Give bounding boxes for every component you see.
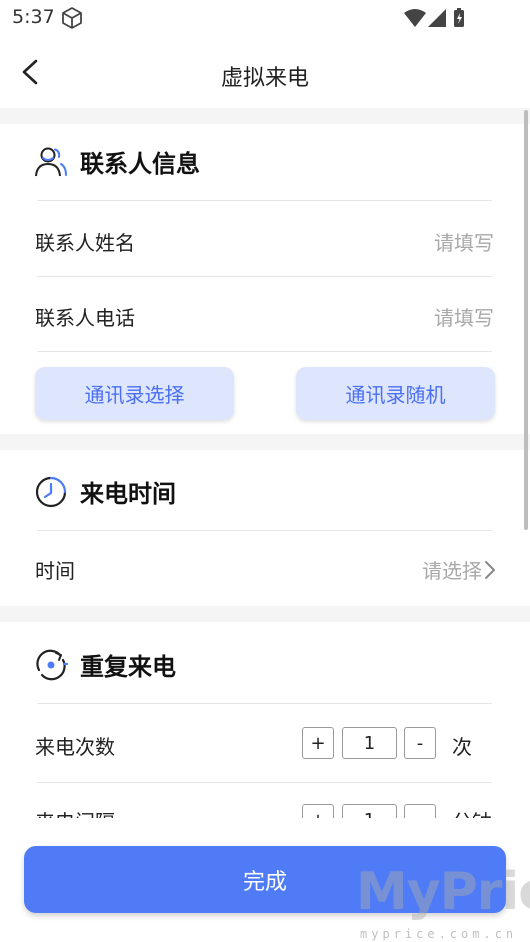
clock-icon [35, 476, 67, 507]
wifi-icon [404, 9, 426, 27]
watermark-url: myprice.com.cn [360, 927, 518, 941]
divider [37, 276, 492, 277]
divider [37, 200, 492, 201]
time-label: 时间 [35, 559, 75, 583]
contact-phone-label: 联系人电话 [35, 306, 135, 330]
time-picker[interactable]: 请选择 [422, 555, 496, 584]
count-unit: 次 [452, 735, 472, 759]
watermark-logo: MyPrice [356, 862, 530, 922]
system-icons [402, 7, 494, 33]
time-section-title: 来电时间 [80, 480, 176, 508]
cube-icon [62, 7, 82, 29]
battery-icon [454, 8, 464, 27]
section-gap [0, 434, 530, 450]
contacts-random-button[interactable]: 通讯录随机 [296, 367, 495, 420]
time-picker-value: 请选择 [422, 559, 482, 583]
section-gap [0, 108, 530, 124]
contact-section-header: 联系人信息 [34, 144, 200, 179]
repeat-section-header: 重复来电 [34, 647, 176, 682]
repeat-section-title: 重复来电 [80, 653, 176, 681]
contact-section-title: 联系人信息 [80, 150, 200, 178]
contacts-select-button[interactable]: 通讯录选择 [35, 367, 234, 420]
count-increase-button[interactable]: + [302, 727, 334, 759]
divider [37, 530, 492, 531]
count-decrease-button[interactable]: - [404, 727, 436, 759]
scrollbar[interactable] [524, 110, 528, 530]
call-count-label: 来电次数 [35, 735, 115, 759]
nav-bar: 虚拟来电 [0, 36, 530, 108]
time-section-header: 来电时间 [34, 474, 176, 509]
chevron-right-icon [485, 560, 495, 579]
status-time: 5:37 [12, 6, 55, 28]
section-gap [0, 606, 530, 622]
contact-name-input[interactable]: 请填写 [434, 227, 494, 256]
status-bar: 5:37 [0, 0, 530, 36]
divider [37, 351, 492, 352]
contact-name-label: 联系人姓名 [35, 231, 135, 255]
count-value-field[interactable]: 1 [342, 727, 397, 759]
signal-icon [428, 9, 446, 27]
contacts-icon [35, 147, 67, 176]
divider [37, 782, 492, 783]
repeat-icon [36, 649, 68, 680]
page-title: 虚拟来电 [220, 66, 309, 91]
divider [37, 703, 492, 704]
contact-phone-input[interactable]: 请填写 [434, 302, 494, 331]
